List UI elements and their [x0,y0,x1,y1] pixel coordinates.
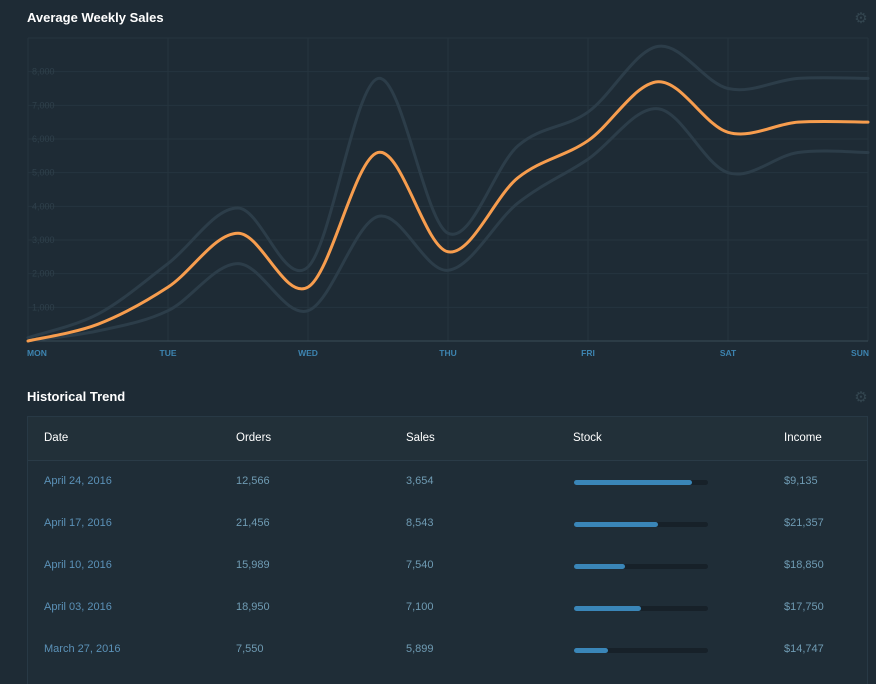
y-tick-label: 4,000 [32,201,55,211]
row-orders: 18,950 [236,601,270,613]
stock-bar [574,480,708,485]
column-header-sales[interactable]: Sales [406,432,435,444]
table-row[interactable]: March 27, 2016 7,550 5,899 $14,747 [28,629,867,671]
stock-bar-fill [574,480,692,485]
row-date: April 17, 2016 [44,517,112,529]
x-tick-label: TUE [160,348,177,358]
row-income: $9,135 [784,475,818,487]
chart-title: Average Weekly Sales [27,10,164,25]
row-sales: 7,100 [406,601,434,613]
table-body: April 24, 2016 12,566 3,654 $9,135 April 17,… [28,461,867,671]
row-income: $18,850 [784,559,824,571]
y-tick-label: 5,000 [32,168,55,178]
x-tick-label: MON [27,348,47,358]
stock-bar [574,648,708,653]
row-date: April 10, 2016 [44,559,112,571]
table-header: Date Orders Sales Stock Income [28,417,867,461]
table-row[interactable]: April 10, 2016 15,989 7,540 $18,850 [28,545,867,587]
y-tick-label: 6,000 [32,134,55,144]
x-tick-label: SAT [720,348,737,358]
stock-bar-fill [574,564,625,569]
stock-bar-fill [574,606,641,611]
table-title: Historical Trend [27,389,126,404]
x-tick-label: WED [298,348,318,358]
row-orders: 7,550 [236,643,264,655]
line-chart: 1,000 2,000 3,000 4,000 5,000 6,000 7,000 8,000… [26,37,870,358]
column-header-income[interactable]: Income [784,432,822,444]
table-row[interactable]: April 03, 2016 18,950 7,100 $17,750 [28,587,867,629]
x-tick-label: FRI [581,348,595,358]
y-tick-label: 2,000 [32,269,55,279]
y-tick-label: 3,000 [32,235,55,245]
table-row[interactable]: April 24, 2016 12,566 3,654 $9,135 [28,461,867,503]
stock-bar [574,564,708,569]
gear-icon[interactable]: ⚙ [854,11,868,26]
y-tick-label: 8,000 [32,67,55,77]
row-orders: 15,989 [236,559,270,571]
stock-bar [574,606,708,611]
column-header-date[interactable]: Date [44,432,68,444]
column-header-stock[interactable]: Stock [573,432,602,444]
row-income: $21,357 [784,517,824,529]
x-tick-label: THU [439,348,456,358]
stock-bar [574,522,708,527]
row-date: March 27, 2016 [44,643,121,655]
row-sales: 5,899 [406,643,434,655]
stock-bar-fill [574,522,659,527]
row-income: $17,750 [784,601,824,613]
row-sales: 8,543 [406,517,434,529]
row-orders: 21,456 [236,517,270,529]
row-orders: 12,566 [236,475,270,487]
stock-bar-fill [574,648,608,653]
row-sales: 7,540 [406,559,434,571]
x-tick-label: SUN [851,348,869,358]
row-date: April 24, 2016 [44,475,112,487]
historical-trend-table: Date Orders Sales Stock Income April 24,… [27,416,868,684]
y-tick-label: 7,000 [32,100,55,110]
y-tick-label: 1,000 [32,302,55,312]
gear-icon[interactable]: ⚙ [854,390,868,405]
column-header-orders[interactable]: Orders [236,432,271,444]
row-income: $14,747 [784,643,824,655]
row-date: April 03, 2016 [44,601,112,613]
table-row[interactable]: April 17, 2016 21,456 8,543 $21,357 [28,503,867,545]
row-sales: 3,654 [406,475,434,487]
